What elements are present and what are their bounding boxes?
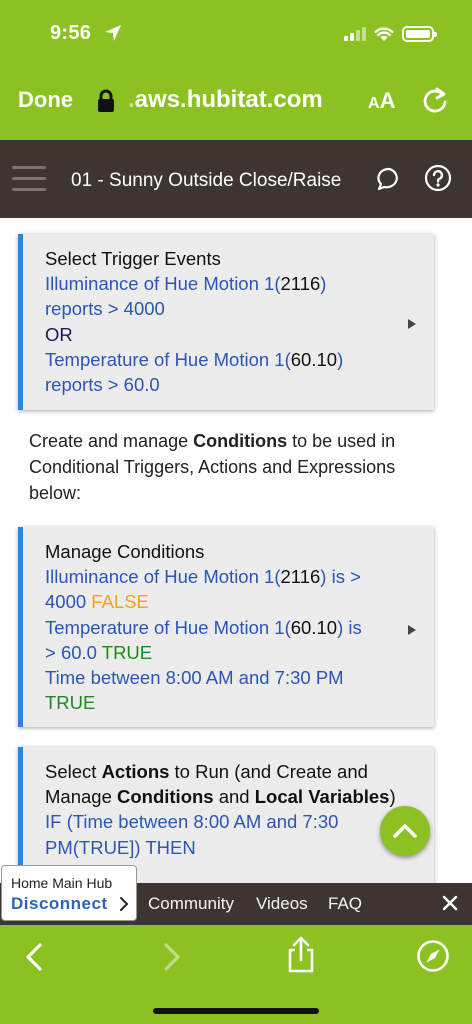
disconnect-button[interactable]: Disconnect	[11, 894, 108, 914]
condition-state-true: TRUE	[101, 641, 153, 663]
trigger-line: Illuminance of Hue Motion 1(2116)	[45, 273, 327, 295]
battery-icon	[402, 26, 437, 42]
card-title: Manage Conditions	[45, 541, 205, 562]
forward-icon[interactable]	[158, 941, 184, 973]
condition-line: 4000 FALSE	[45, 591, 149, 613]
trigger-line: Temperature of Hue Motion 1(60.10)	[45, 348, 344, 370]
expand-arrow-icon	[408, 625, 416, 635]
hub-label: Home Main Hub	[11, 875, 113, 891]
hub-connection-box[interactable]: Home Main Hub Disconnect	[1, 865, 137, 921]
location-arrow-icon	[105, 25, 121, 41]
page-title: 01 - Sunny Outside Close/Raise	[71, 170, 342, 191]
chevron-right-icon	[120, 897, 128, 911]
scroll-to-top-button[interactable]	[380, 806, 430, 856]
faq-link[interactable]: FAQ	[328, 894, 362, 914]
trigger-line: reports > 60.0	[45, 374, 160, 396]
lock-icon	[98, 89, 114, 112]
url-field[interactable]: .aws.hubitat.com	[128, 86, 323, 114]
close-icon[interactable]	[440, 893, 460, 913]
cellular-signal-icon	[344, 27, 366, 41]
trigger-line: reports > 4000	[45, 298, 165, 320]
chevron-up-icon	[393, 824, 417, 838]
chat-bubble-icon[interactable]	[376, 166, 402, 192]
url-prefix: .	[128, 86, 135, 113]
manage-conditions-card[interactable]: Manage Conditions Illuminance of Hue Mot…	[18, 527, 434, 727]
condition-line: Illuminance of Hue Motion 1(2116) is >	[45, 566, 361, 588]
conditions-intro-text: Create and manage Conditions to be used …	[29, 431, 396, 503]
text-size-button[interactable]: AA	[368, 88, 395, 114]
share-icon[interactable]	[284, 935, 318, 975]
trigger-or: OR	[45, 323, 73, 345]
menu-icon[interactable]	[12, 166, 46, 192]
wifi-icon	[374, 26, 394, 41]
compass-icon[interactable]	[416, 939, 450, 973]
condition-line: Temperature of Hue Motion 1(60.10) is	[45, 616, 362, 638]
trigger-events-card[interactable]: Select Trigger Events Illuminance of Hue…	[18, 234, 434, 410]
reload-icon[interactable]	[420, 86, 450, 116]
done-button[interactable]: Done	[18, 87, 73, 113]
action-line: PM(TRUE]) THEN	[45, 836, 196, 858]
help-icon[interactable]	[424, 164, 452, 192]
condition-state-false: FALSE	[91, 591, 149, 613]
back-icon[interactable]	[22, 941, 48, 973]
expand-arrow-icon	[408, 319, 416, 329]
card-title: Select Actions to Run (and Create and Ma…	[45, 761, 396, 808]
url-text: aws.hubitat.com	[134, 86, 323, 113]
condition-line: Time between 8:00 AM and 7:30 PM	[45, 667, 344, 689]
videos-link[interactable]: Videos	[256, 894, 308, 914]
status-indicators	[344, 26, 437, 42]
community-link[interactable]: Community	[148, 894, 234, 914]
condition-state-true: TRUE	[45, 692, 96, 714]
app-header: 01 - Sunny Outside Close/Raise	[0, 140, 472, 218]
home-indicator	[153, 1008, 319, 1014]
action-line: IF (Time between 8:00 AM and 7:30	[45, 811, 339, 833]
status-time: 9:56	[50, 22, 92, 44]
condition-line: > 60.0 TRUE	[45, 641, 153, 663]
browser-top-bar: 9:56 Done .aws.hubitat.com AA	[0, 0, 472, 140]
card-title: Select Trigger Events	[45, 248, 221, 269]
